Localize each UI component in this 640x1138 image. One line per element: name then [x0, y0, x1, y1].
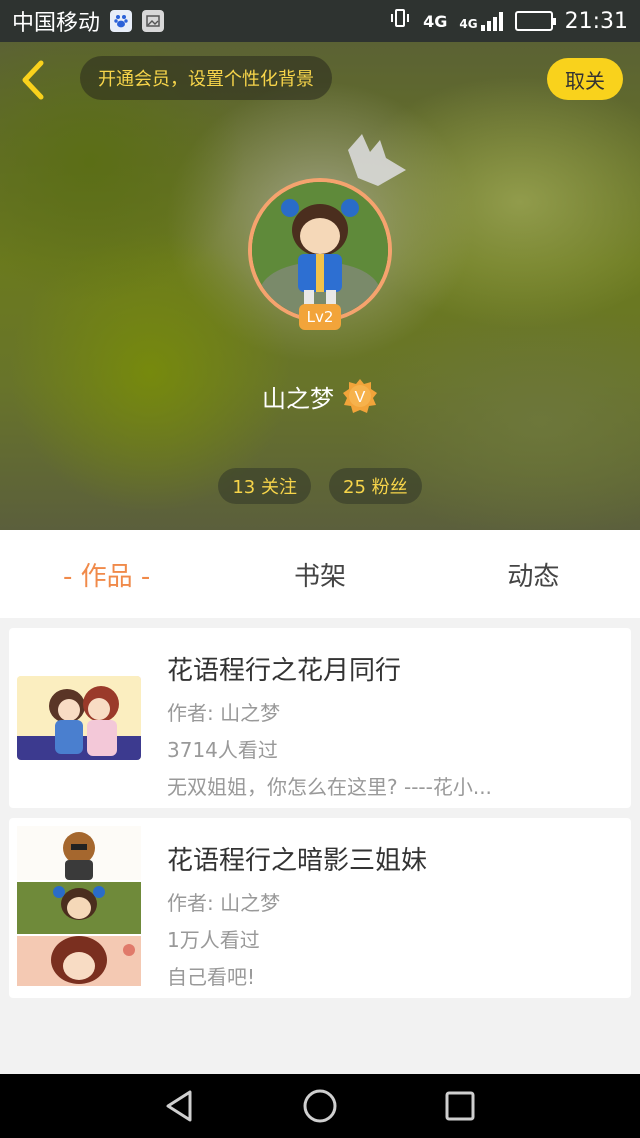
work-cover-image	[17, 676, 141, 760]
work-title: 花语程行之暗影三姐妹	[167, 846, 428, 876]
status-bar: 中国移动 4G 4G 21:31	[0, 0, 640, 42]
square-recent-icon	[445, 1091, 475, 1121]
work-text: 花语程行之暗影三姐妹 作者: 山之梦 1万人看过 自己看吧!	[167, 840, 611, 990]
followers-count[interactable]: 25 粉丝	[329, 468, 422, 504]
nav-back-button[interactable]	[158, 1084, 202, 1128]
cover-illustration	[17, 826, 141, 986]
battery-icon	[514, 11, 556, 31]
status-left: 中国移动	[12, 5, 165, 37]
back-button[interactable]	[16, 58, 52, 102]
network-type-1: 4G	[423, 11, 448, 31]
vibrate-icon	[389, 7, 411, 35]
nav-home-button[interactable]	[298, 1084, 342, 1128]
triangle-back-icon	[166, 1090, 192, 1122]
unfollow-button[interactable]: 取关	[547, 58, 623, 100]
follow-stats: 13 关注 25 粉丝	[0, 468, 640, 504]
app-root: 中国移动 4G 4G 21:31 开通会员，设置个性化背景 取关 Lv2 山之梦…	[0, 0, 640, 1138]
work-title: 花语程行之花月同行	[167, 656, 402, 686]
clock: 21:31	[564, 8, 628, 34]
work-views: 1万人看过	[167, 928, 260, 952]
circle-home-icon	[303, 1089, 337, 1123]
chevron-left-icon	[22, 60, 44, 100]
baidu-paw-icon	[110, 10, 133, 32]
work-author: 作者: 山之梦	[167, 701, 281, 725]
system-nav-bar	[0, 1074, 640, 1138]
nav-recent-button[interactable]	[438, 1084, 482, 1128]
network-type-2: 4G	[459, 17, 478, 31]
avatar[interactable]	[248, 178, 392, 322]
work-card[interactable]: 花语程行之花月同行 作者: 山之梦 3714人看过 无双姐姐，你怎么在这里? -…	[9, 628, 631, 808]
tab-bookshelf[interactable]: 书架	[213, 530, 426, 618]
profile-tabs: - 作品 - 书架 动态	[0, 530, 640, 618]
verified-v-icon: V	[343, 379, 377, 413]
following-count[interactable]: 13 关注	[218, 468, 311, 504]
gallery-notification-icon	[142, 10, 165, 32]
profile-header: 开通会员，设置个性化背景 取关 Lv2 山之梦 V 13 关注 25 粉丝	[0, 42, 640, 530]
tab-activity[interactable]: 动态	[427, 530, 640, 618]
avatar-image	[252, 182, 388, 318]
verified-badge: V	[342, 378, 378, 414]
verified-letter: V	[355, 389, 366, 406]
status-right: 4G 4G 21:31	[389, 7, 628, 35]
work-author: 作者: 山之梦	[167, 891, 281, 915]
work-card[interactable]: 花语程行之暗影三姐妹 作者: 山之梦 1万人看过 自己看吧!	[9, 818, 631, 998]
work-cover-image	[17, 826, 141, 986]
username: 山之梦	[262, 384, 334, 413]
tab-works[interactable]: - 作品 -	[0, 530, 213, 618]
cover-illustration	[17, 676, 141, 760]
vip-background-tip[interactable]: 开通会员，设置个性化背景	[80, 56, 332, 100]
cell-signal-group: 4G	[459, 11, 503, 31]
work-text: 花语程行之花月同行 作者: 山之梦 3714人看过 无双姐姐，你怎么在这里? -…	[167, 650, 611, 800]
level-badge: Lv2	[299, 304, 341, 330]
work-description: 自己看吧!	[167, 965, 256, 989]
username-row: 山之梦 V	[0, 378, 640, 414]
work-views: 3714人看过	[167, 738, 278, 762]
carrier-name: 中国移动	[12, 11, 101, 36]
signal-bars-icon	[480, 11, 503, 31]
crown-icon	[348, 134, 406, 186]
work-description: 无双姐姐，你怎么在这里? ----花小...	[167, 775, 492, 799]
